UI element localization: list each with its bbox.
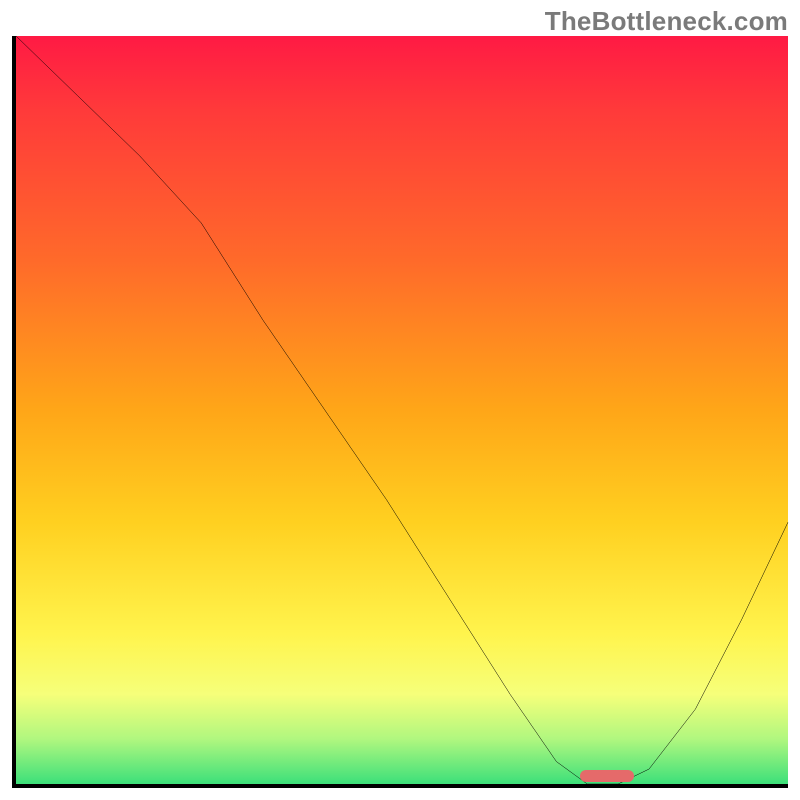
bottleneck-curve: [16, 36, 788, 784]
minimum-marker: [580, 770, 634, 782]
curve-path: [16, 36, 788, 784]
watermark-text: TheBottleneck.com: [545, 6, 788, 37]
chart-stage: TheBottleneck.com: [0, 0, 800, 800]
plot-area: [12, 36, 788, 788]
